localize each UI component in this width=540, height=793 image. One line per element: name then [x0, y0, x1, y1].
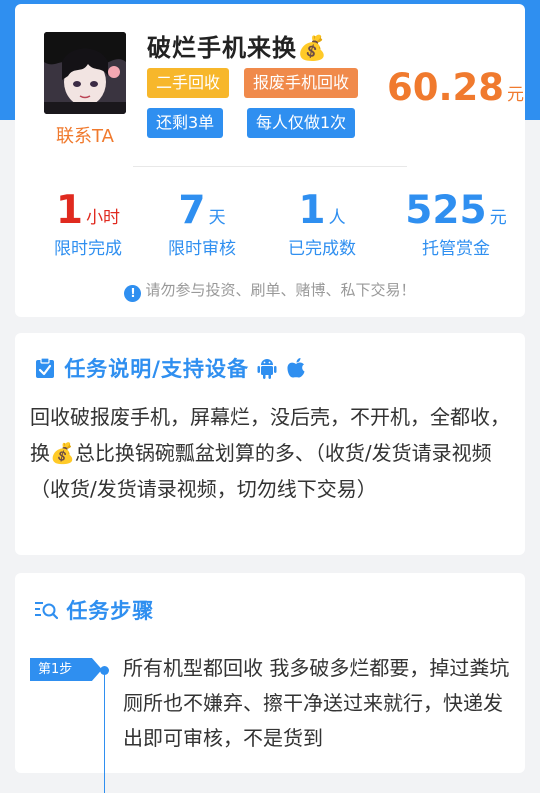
warning-notice: ! 请勿参与投资、刷单、赌博、私下交易！: [15, 279, 525, 302]
task-title: 破烂手机来换💰: [147, 34, 328, 62]
task-description-card: 任务说明/支持设备 回收破报废手机，屏幕烂，没后壳，不开机，全都收，换💰总比换锅…: [15, 333, 525, 555]
stat-label: 已完成数: [288, 239, 356, 259]
avatar[interactable]: [44, 32, 126, 114]
divider: [133, 166, 407, 167]
task-summary-card: 联系TA 破烂手机来换💰 二手回收 报废手机回收 还剩3单 每人仅做1次 60.…: [15, 4, 525, 317]
stat-time-limit: 1 小时 限时完成: [28, 188, 148, 259]
price: 60.28 元: [387, 66, 524, 109]
task-description-text: 回收破报废手机，屏幕烂，没后壳，不开机，全都收，换💰总比换锅碗瓢盆划算的多、（收…: [30, 405, 510, 501]
stat-unit: 小时: [86, 208, 121, 228]
tag-remaining: 还剩3单: [147, 108, 224, 138]
clipboard-check-icon: [36, 357, 54, 378]
step-timeline: [104, 673, 105, 793]
stat-label: 限时审核: [168, 239, 236, 259]
tag-category: 二手回收: [147, 68, 230, 98]
section-title-text: 任务说明/支持设备: [64, 357, 249, 381]
apple-icon: [287, 358, 305, 378]
android-icon: [257, 359, 277, 379]
stat-value: 525: [405, 188, 487, 233]
contact-link[interactable]: 联系TA: [44, 122, 126, 148]
list-search-icon: [35, 602, 59, 620]
warning-text: 请勿参与投资、刷单、赌博、私下交易！: [145, 281, 416, 299]
section-title-text: 任务步骤: [66, 599, 155, 623]
stat-value: 7: [178, 188, 206, 233]
stat-label: 限时完成: [54, 239, 122, 259]
stat-unit: 人: [328, 208, 346, 228]
task-steps-card: 任务步骤 第1步 所有机型都回收 我多破多烂都要，掉过粪坑厕所也不嫌弃、擦干净送…: [15, 573, 525, 793]
section-title: 任务步骤: [34, 595, 154, 625]
step-dot: [100, 666, 109, 675]
stat-unit: 天: [208, 208, 226, 228]
stat-value: 1: [55, 188, 84, 233]
exclamation-icon: !: [124, 285, 142, 302]
price-unit: 元: [507, 85, 525, 105]
tag-type: 报废手机回收: [244, 68, 359, 98]
step-text: 所有机型都回收 我多破多烂都要，掉过粪坑厕所也不嫌弃、擦干净送过来就行，快递发出…: [123, 656, 510, 750]
step-badge: 第1步: [30, 658, 102, 681]
stat-escrow-reward: 525 元 托管赏金: [396, 188, 516, 259]
stat-unit: 元: [489, 208, 507, 228]
stat-label: 托管赏金: [422, 239, 490, 259]
stat-value: 1: [298, 188, 326, 233]
stat-completed: 1人 已完成数: [262, 188, 382, 259]
stat-review-limit: 7天 限时审核: [142, 188, 262, 259]
section-title: 任务说明/支持设备: [34, 353, 306, 383]
price-amount: 60.28: [387, 66, 505, 109]
tag-limit: 每人仅做1次: [247, 108, 356, 138]
